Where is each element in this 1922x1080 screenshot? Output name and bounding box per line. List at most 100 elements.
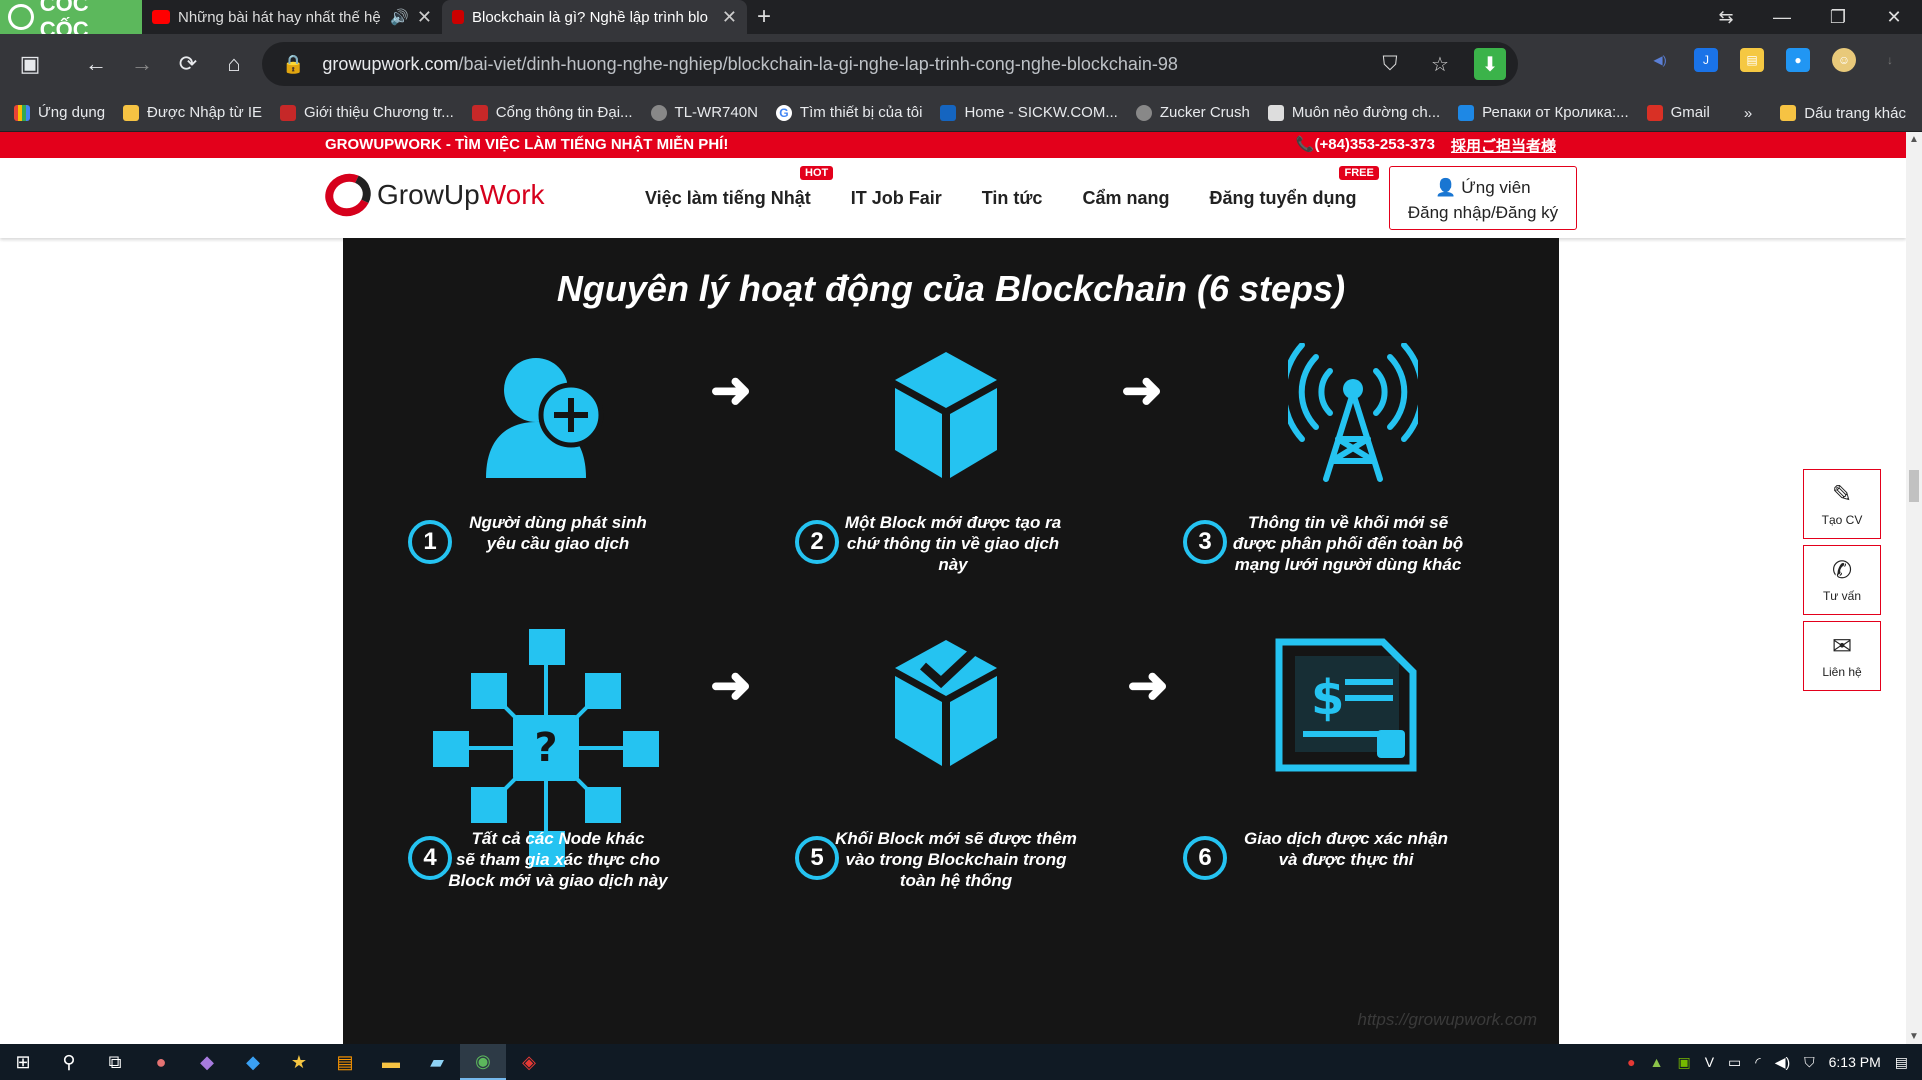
battery-icon[interactable]: ▭ [1728, 1054, 1741, 1071]
nav-item-news[interactable]: Tin tức [982, 188, 1043, 209]
tab-music[interactable]: Những bài hát hay nhất thế hệ 🔊 ✕ [142, 0, 442, 34]
security-icon[interactable]: ⛉ [1804, 1054, 1815, 1071]
sidebar-toggle-icon[interactable]: ▣ [8, 42, 52, 86]
bookmark-label: Ứng dụng [38, 104, 106, 121]
bookmark-item[interactable]: Cổng thông tin Đại... [471, 104, 633, 121]
create-cv-button[interactable]: ✎ Tạo CV [1803, 469, 1881, 539]
back-button[interactable]: ← [74, 42, 118, 86]
address-bar[interactable]: 🔒 growupwork.com /bai-viet/dinh-huong-ng… [262, 42, 1518, 86]
bookmark-apps[interactable]: Ứng dụng [14, 104, 105, 121]
gmail-icon [1646, 104, 1663, 121]
search-icon[interactable]: ⚲ [46, 1044, 92, 1080]
growupwork-favicon-icon [452, 10, 464, 24]
profile-avatar-icon[interactable]: ☺ [1832, 48, 1856, 72]
scroll-down-icon[interactable]: ▼ [1909, 1031, 1919, 1042]
consult-button[interactable]: ✆ Tư vấn [1803, 545, 1881, 615]
visual-studio-icon[interactable]: ◆ [184, 1044, 230, 1080]
bookmark-label: Tìm thiết bị của tôi [799, 104, 923, 121]
nav-item-jobs[interactable]: Việc làm tiếng Nhật HOT [645, 165, 834, 209]
notifications-icon[interactable]: ▤ [1895, 1054, 1908, 1071]
task-view-icon[interactable]: ⧉ [92, 1044, 138, 1080]
forward-button[interactable]: → [120, 42, 164, 86]
download-status-icon[interactable]: ↓ [1878, 48, 1902, 72]
shield-icon[interactable]: ⛉ [1374, 48, 1406, 80]
coccoc-menu-button[interactable]: CỐC CỐC [0, 0, 142, 42]
phone-icon: 📞 [1295, 136, 1315, 153]
bookmark-item[interactable]: Репаки от Кролика:... [1458, 104, 1629, 121]
j-extension-icon[interactable]: J [1694, 48, 1718, 72]
step-caption: Người dùng phát sinh yêu cầu giao dịch [469, 513, 647, 553]
nav-item-post-job[interactable]: Đăng tuyển dụng FREE [1209, 165, 1379, 209]
home-button[interactable]: ⌂ [212, 42, 256, 86]
reload-button[interactable]: ⟳ [166, 42, 210, 86]
notes-app-icon[interactable]: ▰ [414, 1044, 460, 1080]
sublime-icon[interactable]: ▤ [322, 1044, 368, 1080]
bookmarks-bar: Ứng dụng Được Nhập từ IE Giới thiệu Chươ… [0, 94, 1922, 132]
wifi-icon[interactable]: ◜ [1755, 1054, 1760, 1071]
windows-start-icon[interactable]: ⊞ [0, 1044, 46, 1080]
lock-icon[interactable]: 🔒 [282, 54, 304, 75]
vscode-icon[interactable]: ◆ [230, 1044, 276, 1080]
logo-text: GrowUpWork [377, 179, 545, 210]
main-nav: Việc làm tiếng Nhật HOT IT Job Fair Tin t… [645, 158, 1379, 238]
bookmark-item[interactable]: Muôn nẻo đường ch... [1267, 104, 1440, 121]
coccoc-logo-icon [8, 4, 34, 30]
employer-link[interactable]: 採用ご担当者様 [1451, 135, 1556, 156]
close-window-button[interactable]: ✕ [1866, 0, 1922, 34]
app-icon[interactable]: ● [138, 1044, 184, 1080]
step-caption: Một Block mới được tạo ra chứ thông tin … [844, 513, 1062, 574]
bookmark-item[interactable]: Gmail [1646, 104, 1710, 121]
coccoc-browser-icon[interactable]: ◉ [460, 1044, 506, 1080]
bookmark-item[interactable]: Được Nhập từ IE [123, 104, 262, 121]
step-number: 6 [1183, 836, 1227, 880]
close-tab-icon[interactable]: ✕ [722, 7, 737, 28]
bookmark-item[interactable]: G Tìm thiết bị của tôi [775, 104, 923, 121]
bookmark-item[interactable]: Home - SICKW.COM... [940, 104, 1118, 121]
promo-text: GROWUPWORK - TÌM VIỆC LÀM TIẾNG NHẬT MIỄ… [325, 136, 729, 153]
tray-v-icon[interactable]: V [1705, 1054, 1714, 1070]
scroll-up-icon[interactable]: ▲ [1909, 134, 1919, 145]
notes-extension-icon[interactable]: ▤ [1740, 48, 1764, 72]
bookmark-item[interactable]: TL-WR740N [650, 104, 758, 121]
file-explorer-icon[interactable]: ▬ [368, 1044, 414, 1080]
phone-link[interactable]: 📞(+84)353-253-373 [1296, 135, 1435, 156]
tab-blockchain[interactable]: Blockchain là gì? Nghề lập trình blo ✕ [442, 0, 747, 34]
step-number: 3 [1183, 520, 1227, 564]
contact-button[interactable]: ✉ Liên hệ [1803, 621, 1881, 691]
star-app-icon[interactable]: ★ [276, 1044, 322, 1080]
tray-app-icon[interactable]: ● [1627, 1054, 1635, 1070]
minimize-button[interactable]: — [1754, 0, 1810, 34]
new-tab-button[interactable]: + [757, 3, 771, 31]
page-scrollbar[interactable]: ▲ ▼ [1906, 132, 1922, 1044]
google-icon: G [775, 104, 792, 121]
arrow-right-icon: ➜ [1127, 657, 1169, 713]
scrollbar-thumb[interactable] [1909, 470, 1919, 502]
nav-item-job-fair[interactable]: IT Job Fair [851, 188, 942, 209]
close-tab-icon[interactable]: ✕ [417, 7, 432, 28]
audio-icon[interactable]: 🔊 [390, 8, 409, 26]
tray-app-icon[interactable]: ▲ [1650, 1054, 1664, 1070]
add-user-icon [486, 358, 604, 478]
bookmark-item[interactable]: Zucker Crush [1135, 104, 1250, 121]
url-path: /bai-viet/dinh-huong-nghe-nghiep/blockch… [458, 53, 1178, 74]
volume-icon[interactable]: ◀) [1775, 1054, 1790, 1071]
site-top-bar: GROWUPWORK - TÌM VIỆC LÀM TIẾNG NHẬT MIỄ… [0, 132, 1906, 158]
growupwork-logo[interactable]: GrowUpWork [319, 167, 545, 223]
edit-icon: ✎ [1831, 481, 1853, 508]
watermark-text: https://growupwork.com [1357, 1010, 1537, 1029]
nav-item-guide[interactable]: Cẩm nang [1082, 188, 1169, 209]
drop-extension-icon[interactable]: ● [1786, 48, 1810, 72]
bookmark-item[interactable]: Giới thiệu Chương tr... [280, 104, 454, 121]
red-app-icon[interactable]: ◈ [506, 1044, 552, 1080]
bookmark-label: Dấu trang khác [1804, 104, 1906, 122]
bookmark-star-icon[interactable]: ☆ [1424, 48, 1456, 80]
other-bookmarks[interactable]: Dấu trang khác [1780, 105, 1906, 122]
nvidia-icon[interactable]: ▣ [1677, 1054, 1690, 1071]
download-icon[interactable]: ⬇ [1474, 48, 1506, 80]
tab-search-icon[interactable]: ⇆ [1698, 0, 1754, 34]
maximize-button[interactable]: ❐ [1810, 0, 1866, 34]
bookmarks-overflow-button[interactable]: » [1744, 105, 1752, 122]
speaker-extension-icon[interactable]: ◀) [1648, 48, 1672, 72]
candidate-login-button[interactable]: 👤 Ứng viên Đăng nhập/Đăng ký [1389, 166, 1577, 230]
clock[interactable]: 6:13 PM [1829, 1054, 1881, 1070]
